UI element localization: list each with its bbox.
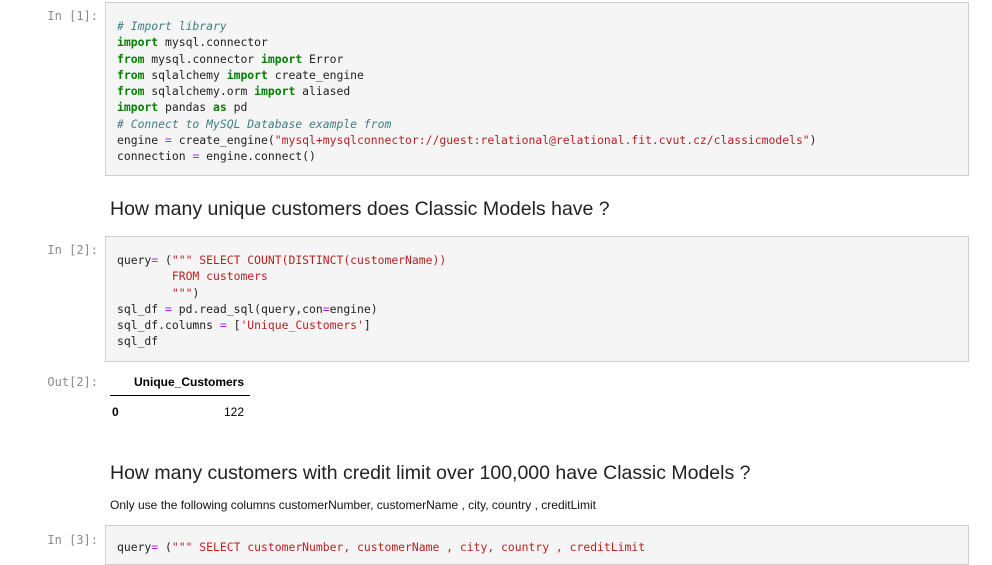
markdown-paragraph: Only use the following columns customerN…: [110, 498, 596, 512]
code-line: """: [117, 285, 193, 300]
code-line: from sqlalchemy.orm import aliased: [117, 84, 351, 99]
table-row: 0 122: [110, 396, 250, 426]
code-line: FROM customers: [117, 269, 268, 284]
code-line: connection = engine.connect(): [117, 149, 316, 164]
code-cell[interactable]: query= (""" SELECT customerNumber, custo…: [105, 525, 969, 565]
input-prompt: In [1]:: [47, 9, 98, 23]
code-line: sql_df = pd.read_sql(query,con=engine): [117, 301, 378, 316]
code-line: # Connect to MySQL Database example from: [117, 116, 392, 131]
input-prompt: In [2]:: [47, 243, 98, 257]
table-header-row: Unique_Customers: [110, 370, 251, 396]
markdown-heading: How many unique customers does Classic M…: [110, 198, 610, 220]
code-line: engine = create_engine("mysql+mysqlconne…: [117, 133, 817, 148]
table-cell: 122: [224, 405, 245, 419]
code-line: # Import library: [117, 19, 227, 33]
code-editor[interactable]: query= (""" SELECT customerNumber, custo…: [106, 526, 968, 555]
code-editor[interactable]: # Import library import mysql.connector …: [106, 3, 968, 165]
code-line: sql_df: [117, 334, 159, 349]
row-index: 0: [112, 405, 119, 419]
code-line: from mysql.connector import Error: [117, 51, 344, 66]
dataframe-table: Unique_Customers 0 122: [110, 370, 251, 426]
markdown-heading: How many customers with credit limit ove…: [110, 462, 751, 484]
input-prompt: In [3]:: [47, 533, 98, 547]
output-prompt: Out[2]:: [47, 375, 98, 389]
index-header: [110, 370, 126, 396]
column-header: Unique_Customers: [134, 375, 245, 389]
code-line: import pandas as pd: [117, 100, 248, 115]
code-line: query= (""" SELECT COUNT(DISTINCT(custom…: [117, 253, 447, 267]
code-cell[interactable]: # Import library import mysql.connector …: [105, 2, 969, 176]
code-line: from sqlalchemy import create_engine: [117, 67, 364, 82]
code-line: query= (""" SELECT customerNumber, custo…: [117, 540, 646, 554]
code-editor[interactable]: query= (""" SELECT COUNT(DISTINCT(custom…: [106, 237, 968, 350]
code-line: import mysql.connector: [117, 35, 268, 50]
code-cell[interactable]: query= (""" SELECT COUNT(DISTINCT(custom…: [105, 236, 969, 362]
code-line: sql_df.columns = ['Unique_Customers']: [117, 318, 371, 333]
